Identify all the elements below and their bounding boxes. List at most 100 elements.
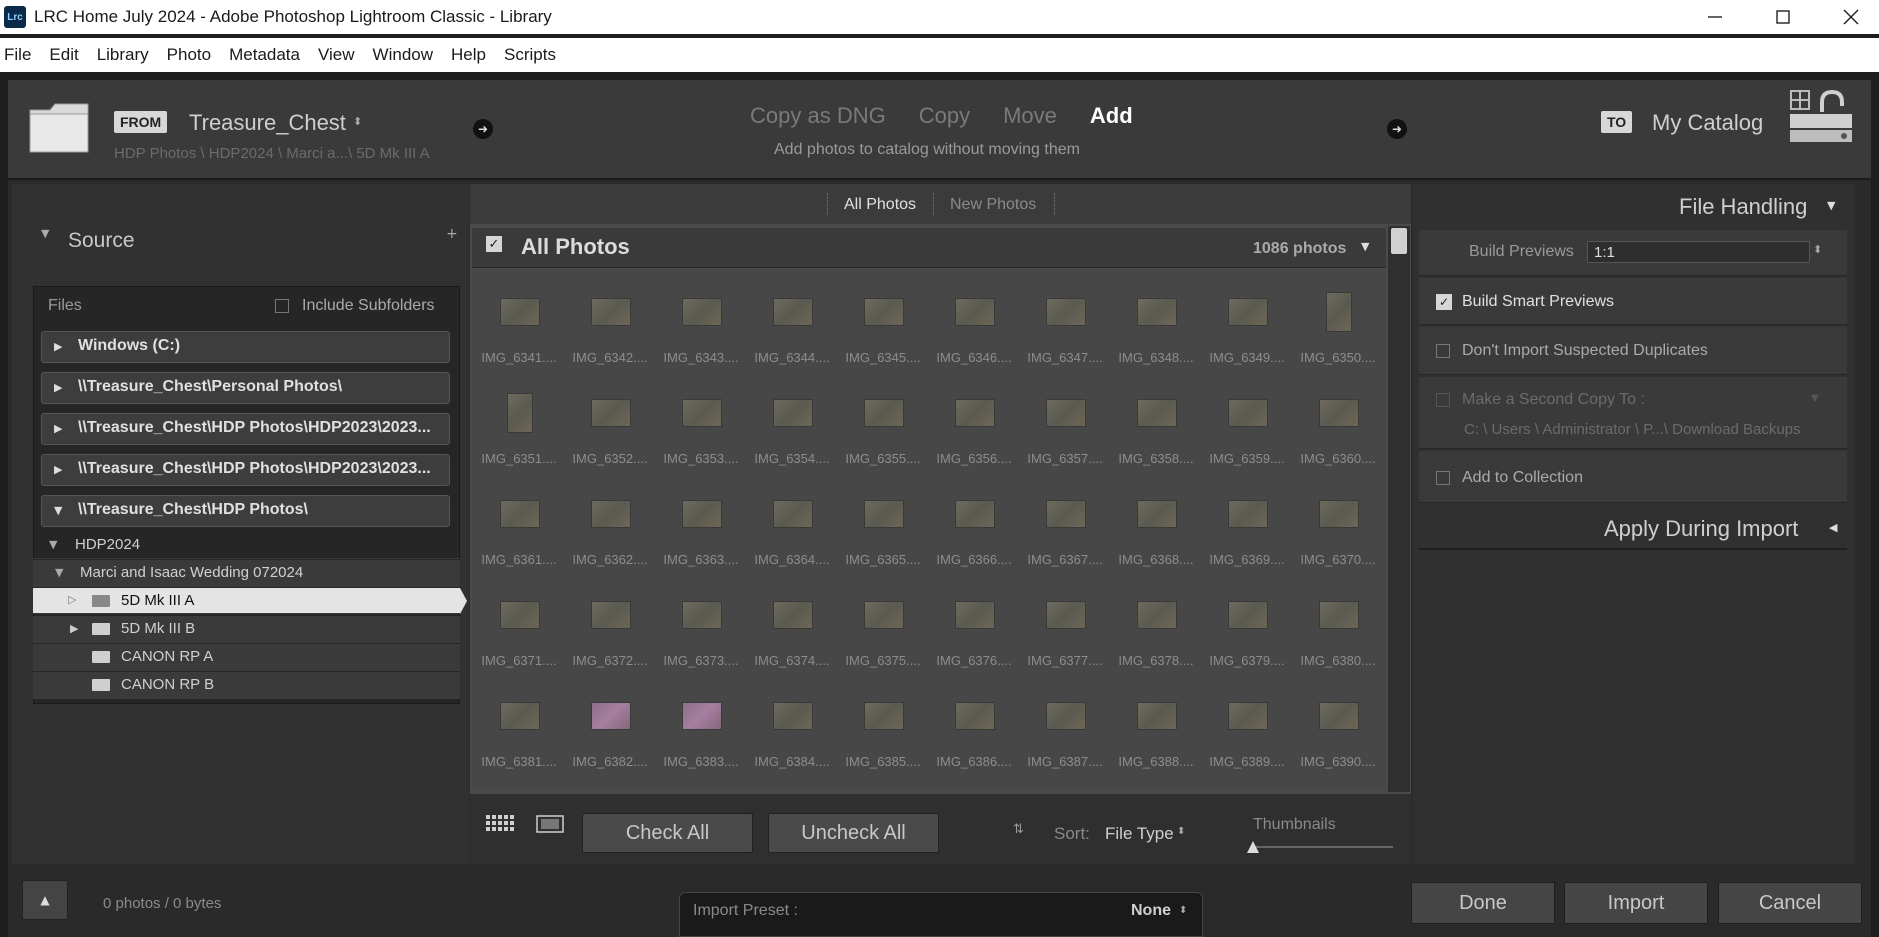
mode-add[interactable]: Add xyxy=(1090,103,1133,129)
photo-thumbnail[interactable] xyxy=(955,500,995,528)
menu-file[interactable]: File xyxy=(0,45,40,65)
file-handling-title[interactable]: File Handling xyxy=(1679,194,1807,220)
photo-cell[interactable]: IMG_6344.... xyxy=(747,270,837,370)
build-smart-previews-label[interactable]: Build Smart Previews xyxy=(1462,293,1614,311)
photo-cell[interactable]: IMG_6343.... xyxy=(656,270,746,370)
tree-folder-5d-mk-iii-b[interactable]: ▶ 5D Mk III B xyxy=(33,616,460,643)
photo-cell[interactable]: IMG_6385.... xyxy=(838,674,928,774)
photo-thumbnail[interactable] xyxy=(1137,399,1177,427)
menu-library[interactable]: Library xyxy=(88,45,158,65)
menu-photo[interactable]: Photo xyxy=(158,45,220,65)
second-copy-checkbox[interactable] xyxy=(1436,393,1450,407)
photo-thumbnail[interactable] xyxy=(1319,500,1359,528)
photo-cell[interactable]: IMG_6342.... xyxy=(565,270,655,370)
photo-cell[interactable]: IMG_6372.... xyxy=(565,573,655,673)
second-copy-dropdown-icon[interactable]: ▼ xyxy=(1811,393,1819,404)
cancel-button[interactable]: Cancel xyxy=(1718,882,1862,924)
photo-cell[interactable]: IMG_6351.... xyxy=(474,371,564,471)
dont-import-duplicates-checkbox[interactable] xyxy=(1436,344,1450,358)
photo-cell[interactable]: IMG_6347.... xyxy=(1020,270,1110,370)
photo-cell[interactable]: IMG_6364.... xyxy=(747,472,837,572)
photo-thumbnail[interactable] xyxy=(591,500,631,528)
photo-cell[interactable]: IMG_6373.... xyxy=(656,573,746,673)
photo-thumbnail[interactable] xyxy=(955,298,995,326)
tree-folder-canon-rp-b[interactable]: CANON RP B xyxy=(33,672,460,699)
sort-dropdown[interactable]: File Type xyxy=(1105,824,1174,844)
photo-thumbnail[interactable] xyxy=(1046,298,1086,326)
photo-thumbnail[interactable] xyxy=(1319,399,1359,427)
photo-thumbnail[interactable] xyxy=(1046,601,1086,629)
second-copy-label[interactable]: Make a Second Copy To : xyxy=(1462,391,1645,409)
photo-thumbnail[interactable] xyxy=(682,298,722,326)
photo-thumbnail[interactable] xyxy=(864,399,904,427)
photo-thumbnail[interactable] xyxy=(864,298,904,326)
photo-thumbnail[interactable] xyxy=(955,399,995,427)
photo-cell[interactable]: IMG_6341.... xyxy=(474,270,564,370)
menu-metadata[interactable]: Metadata xyxy=(220,45,309,65)
photo-thumbnail[interactable] xyxy=(773,601,813,629)
photo-thumbnail[interactable] xyxy=(500,298,540,326)
photo-cell[interactable]: IMG_6363.... xyxy=(656,472,746,572)
tree-folder-canon-rp-a[interactable]: CANON RP A xyxy=(33,644,460,671)
source-arrow-icon[interactable]: ➜ xyxy=(473,119,493,139)
photo-thumbnail[interactable] xyxy=(507,393,533,433)
volume-hdp-photos[interactable]: ▼ \\Treasure_Chest\HDP Photos\ xyxy=(41,495,450,527)
photo-thumbnail[interactable] xyxy=(500,601,540,629)
photo-thumbnail[interactable] xyxy=(1326,292,1352,332)
photo-cell[interactable]: IMG_6390.... xyxy=(1293,674,1383,774)
source-collapse-icon[interactable]: ▼ xyxy=(41,227,49,240)
photo-thumbnail[interactable] xyxy=(1046,399,1086,427)
dont-import-duplicates-label[interactable]: Don't Import Suspected Duplicates xyxy=(1462,342,1708,360)
photo-thumbnail[interactable] xyxy=(591,601,631,629)
tab-new-photos[interactable]: New Photos xyxy=(950,196,1036,214)
photo-thumbnail[interactable] xyxy=(1228,298,1268,326)
minimize-button[interactable] xyxy=(1681,0,1749,34)
mode-move[interactable]: Move xyxy=(1003,103,1057,129)
photo-thumbnail[interactable] xyxy=(1228,601,1268,629)
menu-view[interactable]: View xyxy=(309,45,364,65)
source-dropdown-icon[interactable]: ⬍ xyxy=(353,115,362,128)
photo-thumbnail[interactable] xyxy=(864,702,904,730)
photo-cell[interactable]: IMG_6381.... xyxy=(474,674,564,774)
photo-thumbnail[interactable] xyxy=(1046,500,1086,528)
source-folder-icon[interactable] xyxy=(28,100,90,156)
check-all-button[interactable]: Check All xyxy=(582,813,753,853)
import-preset-dropdown[interactable]: None xyxy=(1131,902,1171,920)
photo-cell[interactable]: IMG_6384.... xyxy=(747,674,837,774)
photo-cell[interactable]: IMG_6346.... xyxy=(929,270,1019,370)
thumbnail-size-slider[interactable] xyxy=(1253,846,1393,848)
photo-cell[interactable]: IMG_6354.... xyxy=(747,371,837,471)
photo-cell[interactable]: IMG_6356.... xyxy=(929,371,1019,471)
photo-thumbnail[interactable] xyxy=(1319,702,1359,730)
all-photos-checkbox[interactable]: ✓ xyxy=(486,236,502,252)
photo-thumbnail[interactable] xyxy=(864,601,904,629)
photo-cell[interactable]: IMG_6350.... xyxy=(1293,270,1383,370)
volume-hdp2023-a[interactable]: ▶ \\Treasure_Chest\HDP Photos\HDP2023\20… xyxy=(41,413,450,445)
mode-copy[interactable]: Copy xyxy=(919,103,970,129)
photo-thumbnail[interactable] xyxy=(955,601,995,629)
close-button[interactable] xyxy=(1817,0,1879,34)
photo-thumbnail[interactable] xyxy=(1228,500,1268,528)
photo-cell[interactable]: IMG_6370.... xyxy=(1293,472,1383,572)
tree-folder-wedding[interactable]: ▼ Marci and Isaac Wedding 072024 xyxy=(33,560,460,587)
maximize-button[interactable] xyxy=(1749,0,1817,34)
photo-thumbnail[interactable] xyxy=(682,601,722,629)
photo-cell[interactable]: IMG_6365.... xyxy=(838,472,928,572)
photo-thumbnail[interactable] xyxy=(955,702,995,730)
include-subfolders-label[interactable]: Include Subfolders xyxy=(302,297,435,315)
apply-during-import-title[interactable]: Apply During Import xyxy=(1604,516,1798,542)
photo-cell[interactable]: IMG_6361.... xyxy=(474,472,564,572)
photo-cell[interactable]: IMG_6382.... xyxy=(565,674,655,774)
photo-thumbnail[interactable] xyxy=(1137,702,1177,730)
mode-copy-as-dng[interactable]: Copy as DNG xyxy=(750,103,886,129)
photo-cell[interactable]: IMG_6352.... xyxy=(565,371,655,471)
photo-cell[interactable]: IMG_6374.... xyxy=(747,573,837,673)
destination-name[interactable]: My Catalog xyxy=(1652,110,1763,136)
photo-thumbnail[interactable] xyxy=(1137,298,1177,326)
photo-thumbnail[interactable] xyxy=(773,702,813,730)
photo-thumbnail[interactable] xyxy=(1228,702,1268,730)
build-smart-previews-checkbox[interactable]: ✓ xyxy=(1436,294,1452,310)
add-source-icon[interactable]: + xyxy=(446,226,458,242)
thumbnail-slider-knob[interactable] xyxy=(1247,841,1259,853)
volume-personal-photos[interactable]: ▶ \\Treasure_Chest\Personal Photos\ xyxy=(41,372,450,404)
